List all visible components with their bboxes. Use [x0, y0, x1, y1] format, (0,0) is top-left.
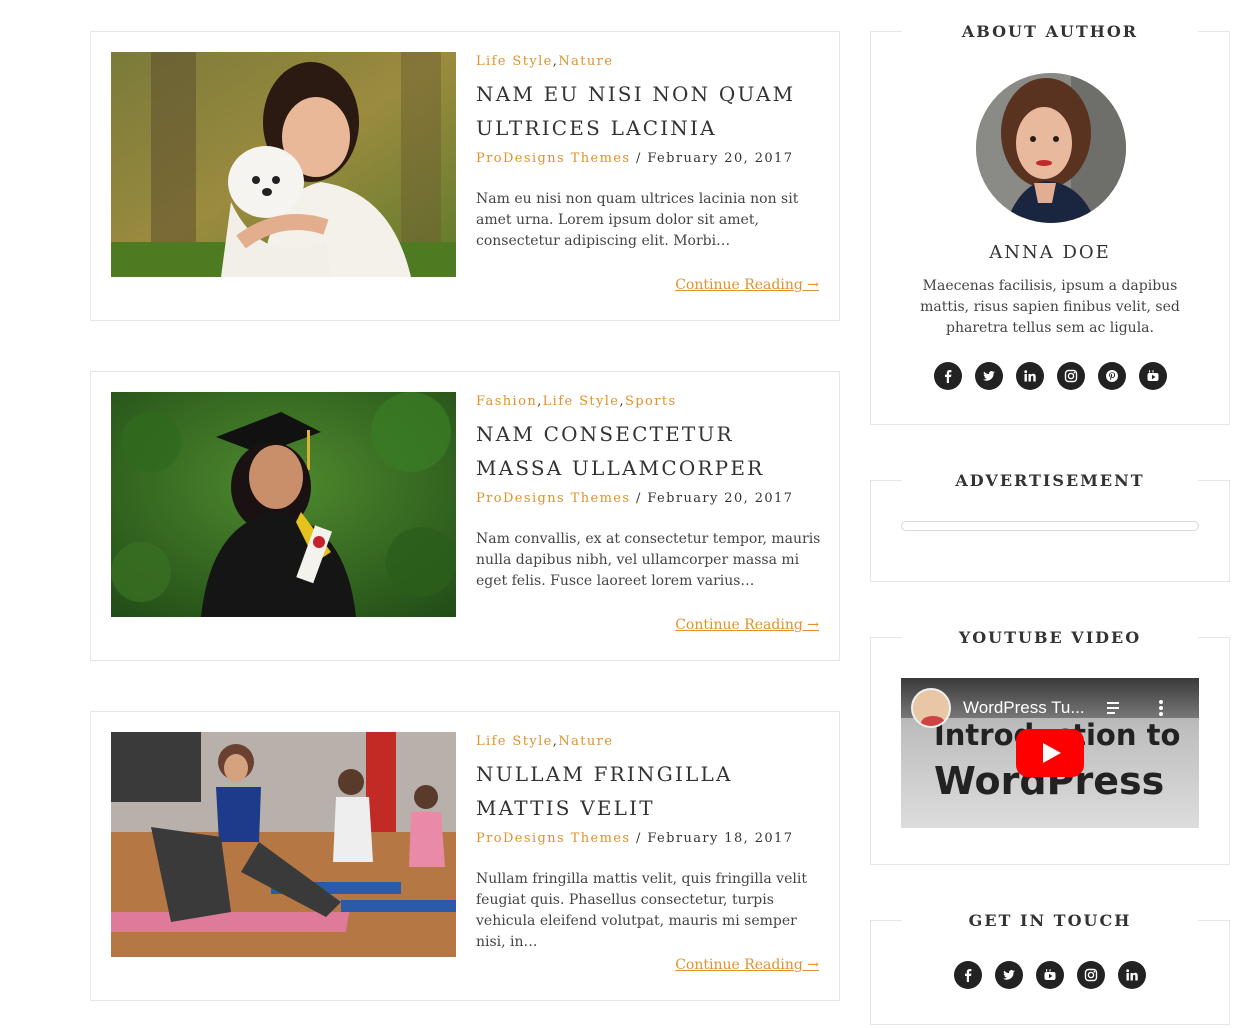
continue-reading-link[interactable]: Continue Reading →	[675, 617, 819, 633]
post-excerpt: Nam convallis, ex at consectetur tempor,…	[476, 531, 821, 589]
post-thumbnail[interactable]	[111, 392, 456, 617]
yoga-class-image	[111, 732, 456, 957]
widget-title: YOUTUBE VIDEO	[902, 624, 1198, 652]
author-name: ANNA DOE	[989, 242, 1111, 263]
twitter-icon[interactable]	[974, 362, 1003, 390]
youtube-video-embed[interactable]: Introduction to WordPress WordPress Tu..…	[901, 678, 1199, 828]
category-link[interactable]: Life Style	[476, 54, 553, 69]
post-card: Life Style,Nature NAM EU NISI NON QUAM U…	[90, 31, 840, 321]
facebook-icon[interactable]	[954, 961, 982, 989]
category-link[interactable]: Nature	[558, 54, 613, 69]
play-icon	[1043, 743, 1061, 763]
post-categories: Life Style,Nature	[476, 734, 614, 749]
instagram-icon[interactable]	[1077, 961, 1105, 989]
post-date: February 20, 2017	[647, 491, 794, 506]
meta-separator: /	[636, 491, 642, 506]
post-excerpt: Nam eu nisi non quam ultrices lacinia no…	[476, 191, 799, 249]
woman-with-dog-image	[111, 52, 456, 277]
video-title[interactable]: WordPress Tu...	[963, 698, 1085, 718]
advertisement-slot[interactable]	[901, 521, 1199, 531]
category-link[interactable]: Life Style	[543, 394, 620, 409]
post-date: February 20, 2017	[647, 151, 794, 166]
post-title[interactable]: NULLAM FRINGILLA MATTIS VELIT	[476, 757, 821, 825]
youtube-video-widget: YOUTUBE VIDEO Introduction to WordPress …	[870, 624, 1230, 865]
twitter-icon[interactable]	[995, 961, 1023, 989]
playlist-icon[interactable]	[1107, 702, 1125, 718]
post-author-link[interactable]: ProDesigns Themes	[476, 831, 630, 846]
play-button[interactable]	[1016, 729, 1084, 777]
contact-social-links	[871, 961, 1229, 989]
about-author-widget: ABOUT AUTHOR ANNA DOE Maecenas facilisis…	[870, 18, 1230, 425]
pinterest-icon[interactable]	[1097, 362, 1126, 390]
instagram-icon[interactable]	[1056, 362, 1085, 390]
post-categories: Life Style,Nature	[476, 54, 614, 69]
widget-title: ABOUT AUTHOR	[902, 18, 1198, 46]
post-author-link[interactable]: ProDesigns Themes	[476, 491, 630, 506]
post-author-link[interactable]: ProDesigns Themes	[476, 151, 630, 166]
post-meta: ProDesigns Themes / February 18, 2017	[476, 829, 821, 849]
author-social-links	[871, 362, 1229, 390]
youtube-icon[interactable]	[1036, 961, 1064, 989]
category-link[interactable]: Nature	[558, 734, 613, 749]
post-excerpt: Nullam fringilla mattis velit, quis frin…	[476, 871, 807, 950]
meta-separator: /	[636, 831, 642, 846]
category-link[interactable]: Fashion	[476, 394, 537, 409]
author-portrait-image	[976, 73, 1126, 223]
linkedin-icon[interactable]	[1118, 961, 1146, 989]
post-title[interactable]: NAM EU NISI NON QUAM ULTRICES LACINIA	[476, 77, 821, 145]
advertisement-widget: ADVERTISEMENT	[870, 467, 1230, 582]
post-meta: ProDesigns Themes / February 20, 2017	[476, 149, 821, 169]
get-in-touch-widget: GET IN TOUCH	[870, 907, 1230, 1025]
author-bio: Maecenas facilisis, ipsum a dapibus matt…	[920, 278, 1180, 336]
author-avatar	[976, 73, 1126, 223]
widget-title: GET IN TOUCH	[902, 907, 1198, 935]
continue-reading-link[interactable]: Continue Reading →	[675, 957, 819, 973]
linkedin-icon[interactable]	[1015, 362, 1044, 390]
meta-separator: /	[636, 151, 642, 166]
category-link[interactable]: Sports	[625, 394, 677, 409]
post-card: Life Style,Nature NULLAM FRINGILLA MATTI…	[90, 711, 840, 1001]
continue-reading-link[interactable]: Continue Reading →	[675, 277, 819, 293]
post-categories: Fashion,Life Style,Sports	[476, 394, 677, 409]
post-meta: ProDesigns Themes / February 20, 2017	[476, 489, 821, 509]
post-thumbnail[interactable]	[111, 732, 456, 957]
graduate-woman-image	[111, 392, 456, 617]
post-card: Fashion,Life Style,Sports NAM CONSECTETU…	[90, 371, 840, 661]
post-title[interactable]: NAM CONSECTETUR MASSA ULLAMCORPER	[476, 417, 821, 485]
facebook-icon[interactable]	[933, 362, 962, 390]
category-link[interactable]: Life Style	[476, 734, 553, 749]
more-options-icon[interactable]	[1159, 700, 1163, 716]
youtube-icon[interactable]	[1138, 362, 1167, 390]
post-date: February 18, 2017	[647, 831, 794, 846]
widget-title: ADVERTISEMENT	[902, 467, 1198, 495]
post-thumbnail[interactable]	[111, 52, 456, 277]
channel-avatar[interactable]	[911, 688, 951, 728]
